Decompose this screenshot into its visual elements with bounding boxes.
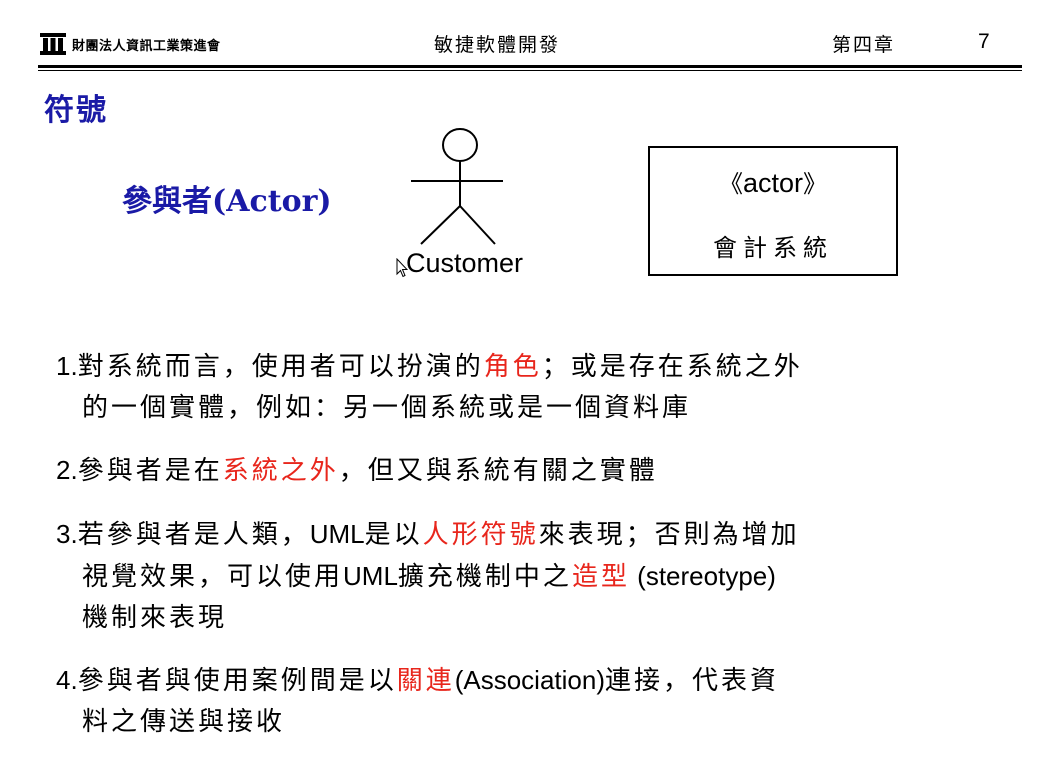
stereotype-label: 《actor》: [650, 164, 896, 199]
stereotype-actor-box: 《actor》 會計系統: [648, 146, 898, 276]
organization-name: 財團法人資訊工業策進會: [72, 38, 221, 54]
header-rule-thin: [38, 70, 1022, 71]
stereotype-keyword: actor: [742, 168, 804, 198]
slide-header: 財團法人資訊工業策進會 敏捷軟體開發 第四章 7: [0, 0, 1056, 71]
building-columns-icon: [40, 33, 66, 55]
actor-name-customer: Customer: [406, 248, 524, 278]
page-number: 7: [978, 30, 990, 53]
bullet-item-3: 3.若參與者是人類，UML是以人形符號來表現；否則為增加 視覺效果，可以使用UM…: [56, 519, 800, 633]
bullet-item-1: 1.對系統而言，使用者可以扮演的角色；或是存在系統之外 的一個實體，例如：另一個…: [56, 351, 803, 423]
box-actor-name: 會計系統: [713, 234, 833, 262]
slide-title: 符號: [44, 93, 108, 128]
guillemet-close: 》: [803, 170, 828, 198]
course-title: 敏捷軟體開發: [434, 34, 561, 56]
bullet-item-4: 4.參與者與使用案例間是以關連(Association)連接，代表資 料之傳送與…: [56, 665, 780, 737]
actor-label: 參與者(Actor): [122, 184, 332, 219]
chapter-label: 第四章: [832, 34, 896, 56]
organization: 財團法人資訊工業策進會: [40, 32, 221, 56]
guillemet-open: 《: [718, 170, 743, 198]
bullet-item-2: 2.參與者是在系統之外，但又與系統有關之實體: [56, 455, 658, 486]
header-rule-thick: [38, 65, 1022, 68]
stick-figure-icon: [411, 128, 503, 245]
